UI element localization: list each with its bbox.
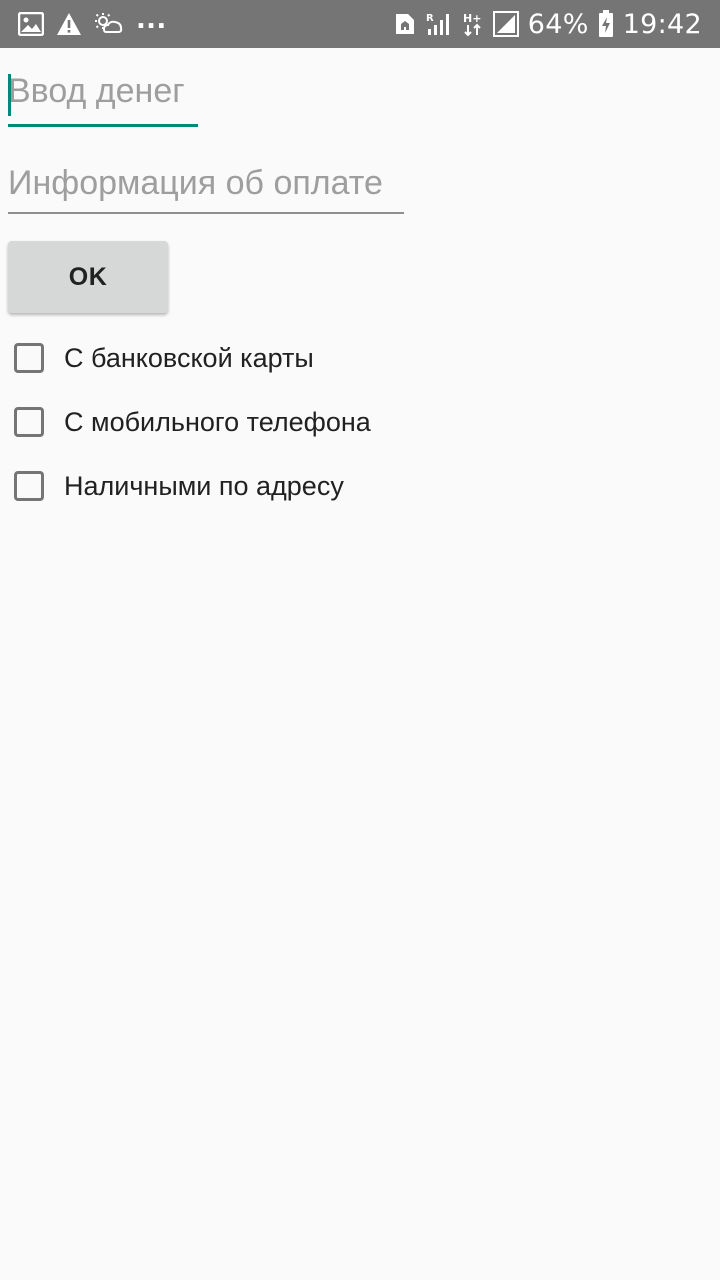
status-bar: ... R H+ 64% 19:42 xyxy=(0,0,720,48)
amount-field[interactable] xyxy=(8,72,198,127)
sim-icon xyxy=(394,12,416,36)
battery-percent: 64% xyxy=(527,8,589,40)
svg-text:H+: H+ xyxy=(463,12,481,25)
amount-input[interactable] xyxy=(8,72,198,111)
battery-charging-icon xyxy=(598,10,614,38)
text-cursor xyxy=(8,74,11,116)
signal-icon xyxy=(492,11,519,37)
checkbox-label: С банковской карты xyxy=(64,342,314,373)
svg-text:R: R xyxy=(426,13,434,24)
checkbox[interactable] xyxy=(14,343,44,373)
warning-icon xyxy=(56,12,82,36)
image-icon xyxy=(18,12,44,36)
ok-button[interactable]: OK xyxy=(8,241,168,313)
weather-icon xyxy=(94,12,124,36)
clock: 19:42 xyxy=(622,8,702,40)
payment-option-mobile[interactable]: С мобильного телефона xyxy=(14,402,371,442)
status-bar-notifications: ... xyxy=(18,0,167,48)
payment-info-field[interactable] xyxy=(8,164,404,214)
checkbox-label: С мобильного телефона xyxy=(64,406,371,437)
network-h-plus-icon: H+ xyxy=(462,11,484,37)
payment-option-cash[interactable]: Наличными по адресу xyxy=(14,466,344,506)
status-bar-system: R H+ 64% 19:42 xyxy=(394,0,702,48)
checkbox[interactable] xyxy=(14,471,44,501)
more-notifications-indicator: ... xyxy=(136,5,167,35)
payment-info-input[interactable] xyxy=(8,164,404,203)
checkbox-label: Наличными по адресу xyxy=(64,470,344,501)
signal-r-icon: R xyxy=(425,11,453,37)
checkbox[interactable] xyxy=(14,407,44,437)
payment-option-card[interactable]: С банковской карты xyxy=(14,338,314,378)
